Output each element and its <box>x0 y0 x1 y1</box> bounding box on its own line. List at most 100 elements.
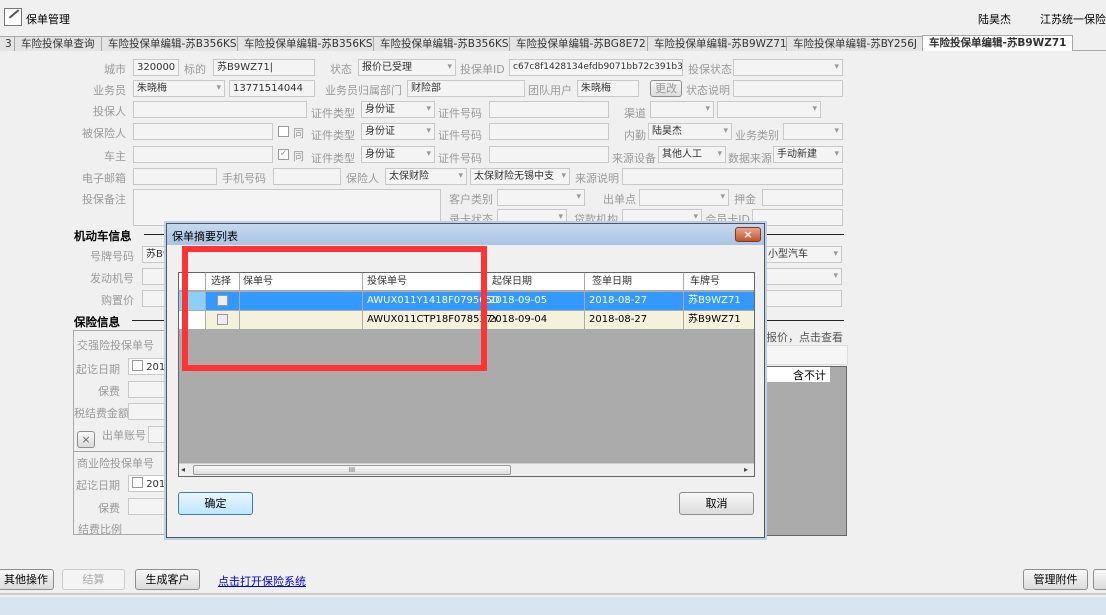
gen-customer-button[interactable]: 生成客户 <box>135 569 200 590</box>
policy-id-label: 投保单ID <box>460 63 505 76</box>
applicant-label: 投保人 <box>93 105 126 118</box>
source-note-field[interactable] <box>622 168 843 185</box>
col-header-plate[interactable]: 车牌号 <box>686 273 720 290</box>
source-device-select[interactable]: 其他人工 <box>658 146 726 163</box>
member-card-field[interactable] <box>752 209 843 226</box>
dept-field[interactable]: 财险部 <box>407 80 525 97</box>
status-note-label: 状态说明 <box>686 84 730 97</box>
customer-type-select[interactable] <box>497 189 585 206</box>
price-label: 购置价 <box>101 294 134 307</box>
remark-textarea[interactable] <box>133 189 441 226</box>
owner-label: 车主 <box>104 150 126 163</box>
mobile-field[interactable] <box>273 168 341 185</box>
row-sign-date: 2018-08-27 <box>589 314 648 325</box>
dept-label: 业务员归属部门 <box>325 84 402 97</box>
col-header-sign-date[interactable]: 签单日期 <box>588 273 632 290</box>
target-field[interactable]: 苏B9WZ71| <box>213 59 315 76</box>
id-type-label: 证件类型 <box>311 129 355 142</box>
applicant-field[interactable] <box>133 101 307 118</box>
quote-note-link[interactable]: 报价，点击查看 <box>766 329 843 345</box>
horizontal-scrollbar[interactable]: ◂ III ▸ <box>179 463 754 476</box>
inner-select[interactable]: 陆昊杰 <box>648 123 732 140</box>
tab-edit-b9wz71-active[interactable]: 车险投保单编辑-苏B9WZ71 <box>922 35 1074 51</box>
car-type-select[interactable]: 小型汽车 <box>764 246 842 263</box>
team-label: 团队用户 <box>528 84 572 97</box>
insured-same-checkbox[interactable] <box>278 126 289 137</box>
deposit-field[interactable] <box>762 189 843 206</box>
excl-column-header: 含不计 <box>766 367 830 382</box>
team-field[interactable]: 朱晓梅 <box>577 80 639 97</box>
source-note-label: 来源说明 <box>575 172 619 185</box>
row-start-date: 2018-09-05 <box>489 295 548 306</box>
city-field[interactable]: 320000 <box>133 59 179 76</box>
insured-id-type-select[interactable]: 身份证 <box>361 123 435 140</box>
policy-id-field[interactable]: c67c8f1428134efdb9071bb72c391b34 <box>509 59 683 76</box>
salesman-select[interactable]: 朱晓梅 <box>133 80 225 97</box>
data-source-select[interactable]: 手动新建 <box>773 146 843 163</box>
salesman-phone-field[interactable]: 13771514044 <box>229 80 315 97</box>
channel-select[interactable] <box>650 101 714 118</box>
tab-edit-bg8e72[interactable]: 车险投保单编辑-苏BG8E72 <box>509 36 653 51</box>
ci-premium-field[interactable] <box>128 381 168 398</box>
tab-edit-by256j[interactable]: 车险投保单编辑-苏BY256J <box>786 36 924 51</box>
tax-field[interactable] <box>128 403 168 420</box>
applicant-id-type-select[interactable]: 身份证 <box>361 101 435 118</box>
cancel-button[interactable]: 取消 <box>679 492 754 515</box>
current-user: 陆昊杰 <box>978 13 1011 26</box>
tab-edit-b356ks-3[interactable]: 车险投保单编辑-苏B356KS <box>373 36 516 51</box>
more-button[interactable] <box>1093 569 1106 590</box>
insurer-select[interactable]: 太保财险 <box>385 168 467 185</box>
salesman-label: 业务员 <box>93 84 126 97</box>
issue-point-select[interactable] <box>639 189 729 206</box>
vehicle-extra-field[interactable] <box>764 290 842 307</box>
biz-type-select[interactable] <box>783 123 843 140</box>
tab-policy-query[interactable]: 车险投保单查询 <box>14 36 102 51</box>
status-note-field[interactable] <box>733 80 843 97</box>
ok-button[interactable]: 确定 <box>178 492 253 515</box>
email-field[interactable] <box>133 168 217 185</box>
tax-label: 税结费金额 <box>74 407 129 420</box>
bi-period-label: 起讫日期 <box>76 479 120 492</box>
issue-point-label: 出单点 <box>603 193 636 206</box>
owner-id-type-select[interactable]: 身份证 <box>361 146 435 163</box>
tab-edit-b9wz71-1[interactable]: 车险投保单编辑-苏B9WZ71 <box>647 36 794 51</box>
insured-id-no-field[interactable] <box>489 123 609 140</box>
row-start-date: 2018-09-04 <box>489 314 548 325</box>
owner-id-no-field[interactable] <box>489 146 609 163</box>
owner-same-checkbox[interactable]: ✓ <box>278 149 289 160</box>
insured-label: 被保险人 <box>82 127 126 140</box>
manage-attachments-button[interactable]: 管理附件 <box>1023 569 1088 590</box>
settle-button[interactable]: 结算 <box>62 569 125 590</box>
status-select[interactable]: 报价已受理 <box>358 59 456 76</box>
bi-start-date[interactable]: 2018 <box>128 475 168 492</box>
account-label: 出单账号 <box>102 429 146 442</box>
tab-edit-b356ks-1[interactable]: 车险投保单编辑-苏B356KS <box>101 36 244 51</box>
insured-field[interactable] <box>133 123 273 140</box>
change-button[interactable]: 更改 <box>650 80 682 97</box>
tab-edit-b356ks-2[interactable]: 车险投保单编辑-苏B356KS <box>237 36 380 51</box>
target-label: 标的 <box>184 63 206 76</box>
col-header-start-date[interactable]: 起保日期 <box>488 273 532 290</box>
insure-status-select[interactable] <box>733 59 843 76</box>
row-plate: 苏B9WZ71 <box>688 314 741 325</box>
vehicle-extra-select[interactable] <box>764 268 842 285</box>
close-icon[interactable]: × <box>735 227 761 242</box>
insurer-label: 保险人 <box>346 172 379 185</box>
id-type-label: 证件类型 <box>311 107 355 120</box>
email-label: 电子邮箱 <box>82 172 126 185</box>
bi-premium-field[interactable] <box>128 498 168 515</box>
open-insurance-system-link[interactable]: 点击打开保险系统 <box>218 573 306 589</box>
clear-button[interactable]: × <box>77 431 95 448</box>
channel-sub-select[interactable] <box>717 101 821 118</box>
owner-same-label: 同 <box>293 150 304 163</box>
branch-select[interactable]: 太保财险无锡中支 <box>470 168 570 185</box>
other-ops-button[interactable]: 其他操作 <box>0 569 54 590</box>
ci-start-date[interactable]: 2018 <box>128 358 168 375</box>
applicant-id-no-field[interactable] <box>489 101 609 118</box>
id-type-label: 证件类型 <box>311 152 355 165</box>
scrollbar-thumb[interactable]: III <box>193 465 511 475</box>
insurance-section-title: 保险信息 <box>74 315 120 329</box>
ci-no-label: 交强险投保单号 <box>77 339 154 352</box>
owner-field[interactable] <box>133 146 273 163</box>
insure-status-label: 投保状态 <box>688 63 732 76</box>
